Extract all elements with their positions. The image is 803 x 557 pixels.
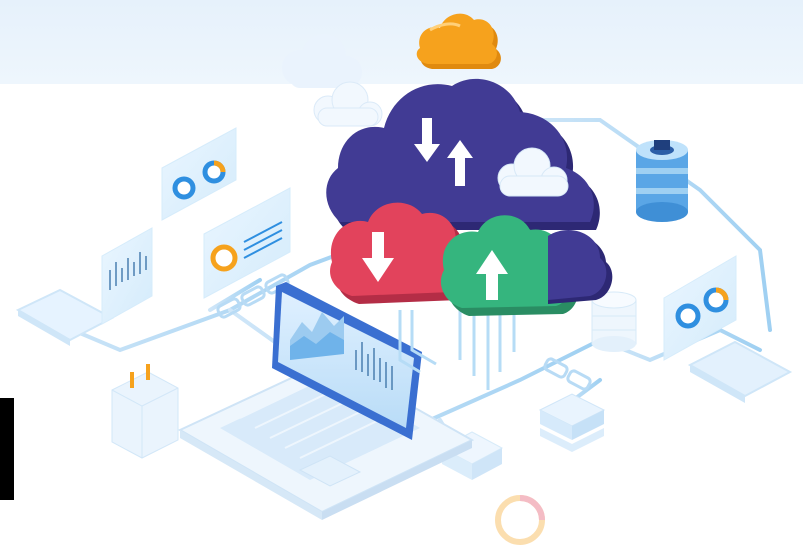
server-stack-icon	[538, 393, 606, 452]
storage-cylinder-icon	[591, 291, 637, 352]
database-icon	[636, 140, 688, 222]
left-flat-panel	[15, 288, 115, 346]
illustration-canvas	[0, 0, 803, 557]
power-plug-icon	[111, 364, 179, 459]
donut-chart-icon	[172, 176, 196, 200]
white-cloud-icon-left	[282, 34, 362, 88]
white-cloud-icon-mid	[313, 81, 383, 127]
right-flat-panel	[687, 340, 793, 403]
donut-chart-icon	[210, 244, 238, 272]
cloud-illustration	[15, 13, 793, 545]
donut-chart-icon	[675, 303, 701, 329]
bar-chart-panel-left	[101, 227, 153, 325]
donut-chart-panel-right	[663, 255, 737, 361]
faded-bottom-chart	[495, 495, 545, 545]
donut-chart-panel-top-left	[161, 127, 237, 221]
orange-cloud-icon	[416, 13, 501, 69]
main-cloud-side-lobe	[548, 230, 613, 304]
